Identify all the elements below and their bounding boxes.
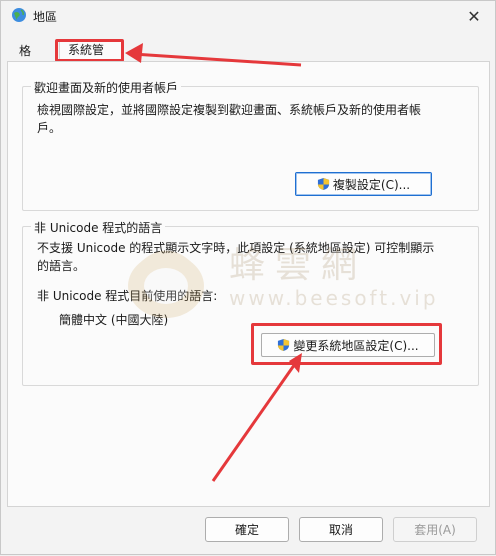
region-dialog: 地區 ✕ 格式 系統管理 歡迎畫面及新的使用者帳戶 檢視國際設定，並將國際設定複…	[0, 0, 496, 555]
bee-logo-icon	[128, 250, 204, 318]
close-icon: ✕	[467, 6, 481, 26]
unicode-group-title: 非 Unicode 程式的語言	[31, 219, 166, 236]
copy-settings-button[interactable]: 複製設定(C)...	[295, 172, 432, 196]
tab-annotation-box	[55, 39, 124, 62]
watermark-url: www.beesoft.vip	[229, 286, 439, 310]
copy-settings-label: 複製設定(C)...	[332, 177, 411, 192]
uac-shield-icon	[317, 177, 329, 191]
welcome-group: 歡迎畫面及新的使用者帳戶 檢視國際設定，並將國際設定複製到歡迎畫面、系統帳戶及新…	[22, 79, 479, 211]
welcome-description-line2: 戶。	[37, 121, 62, 135]
button-annotation-box	[251, 323, 442, 365]
welcome-description-line1: 檢視國際設定，並將國際設定複製到歡迎畫面、系統帳戶及新的使用者帳	[37, 103, 422, 117]
tab-formats[interactable]: 格式	[11, 41, 39, 78]
welcome-group-title: 歡迎畫面及新的使用者帳戶	[31, 79, 182, 96]
apply-button[interactable]: 套用(A)	[393, 517, 477, 542]
window-title: 地區	[33, 10, 58, 24]
watermark-text: 蜂雲網	[229, 245, 368, 286]
watermark: 蜂雲網 www.beesoft.vip	[111, 236, 436, 326]
ok-button[interactable]: 確定	[205, 517, 289, 542]
welcome-description: 檢視國際設定，並將國際設定複製到歡迎畫面、系統帳戶及新的使用者帳 戶。	[37, 101, 467, 137]
globe-icon	[12, 8, 26, 22]
close-button[interactable]: ✕	[463, 5, 485, 27]
cancel-button[interactable]: 取消	[299, 517, 383, 542]
title-bar: 地區 ✕	[1, 1, 495, 31]
